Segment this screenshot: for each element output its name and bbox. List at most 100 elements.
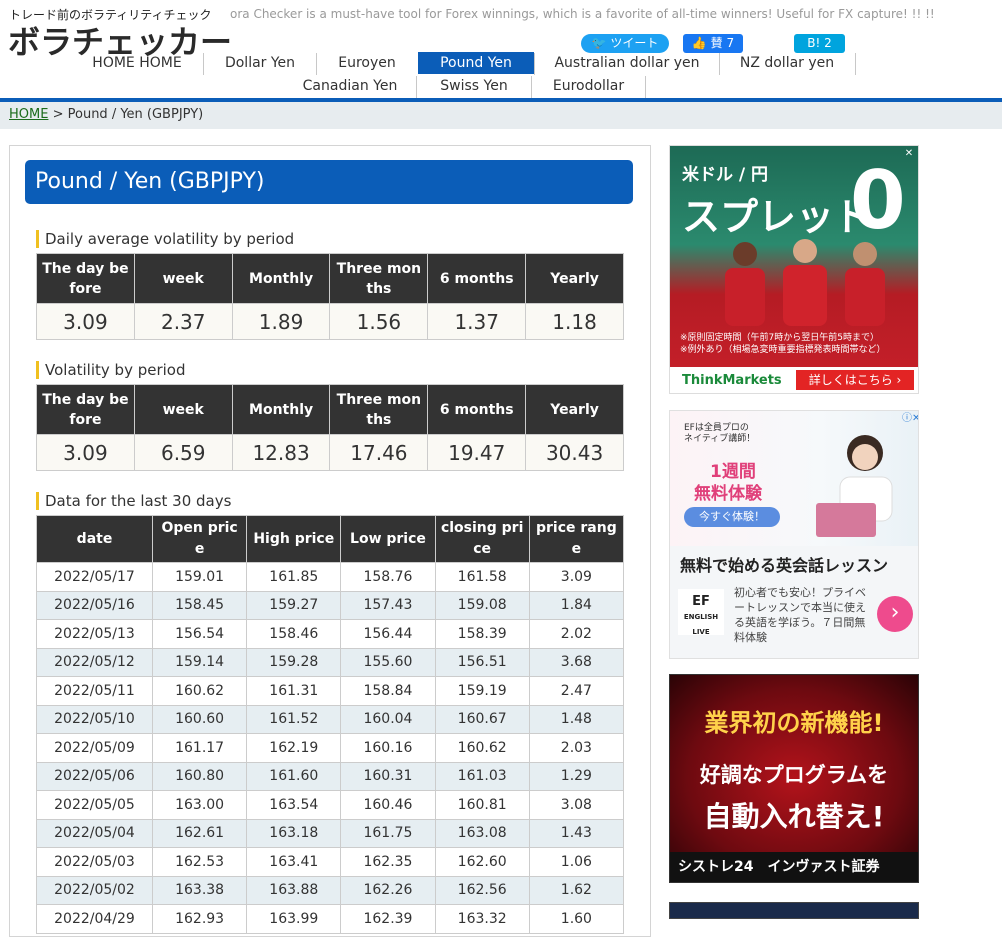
ad-woman-image	[816, 435, 893, 537]
nav-item-home[interactable]: HOME HOME	[84, 52, 190, 74]
table-cell: 2.47	[528, 676, 625, 706]
table-row: 2022/05/11 160.62 161.31 158.84 159.19 2.47	[36, 676, 625, 706]
ad-banner-title: 業界初の新機能!	[704, 709, 884, 737]
ad-line1: 米ドル / 円	[682, 165, 769, 185]
price-rows: 2022/05/17 159.01 161.85 158.76 161.58 3.09 20…	[36, 562, 625, 934]
table-cell: 1.84	[528, 590, 625, 620]
column-header: Three months	[329, 384, 429, 435]
value-cell: 17.46	[329, 434, 429, 471]
nav-item-australian-dollar-yen[interactable]: Australian dollar yen	[535, 52, 719, 74]
nav-item-euroyen[interactable]: Euroyen	[317, 52, 417, 74]
systre24-ad[interactable]: 業界初の新機能! 好調なプログラムを 自動入れ替え! シストレ24 インヴァスト…	[669, 674, 919, 883]
ad-line2: スプレッド	[682, 195, 873, 239]
value-cell: 1.56	[329, 303, 429, 340]
logo-subtitle: トレード前のボラティリティチェック	[9, 8, 212, 22]
table-cell: 159.14	[151, 647, 248, 677]
table-row: 2022/05/12 159.14 159.28 155.60 156.51 3.68	[36, 647, 625, 677]
table-cell: 160.62	[151, 676, 248, 706]
value-cell: 6.59	[133, 434, 233, 471]
breadcrumb-current: Pound / Yen (GBPJPY)	[67, 107, 204, 122]
site-header: トレード前のボラティリティチェック ボラチェッカー ora Checker is…	[0, 0, 1002, 98]
table-cell: 160.46	[340, 790, 436, 820]
table-cell: 2022/05/17	[36, 562, 153, 592]
table-row: 2022/05/13 156.54 158.46 156.44 158.39 2.02	[36, 619, 625, 649]
column-header: Monthly	[231, 384, 331, 435]
ad-zero: 0	[850, 154, 906, 247]
table-cell: 159.01	[151, 562, 248, 592]
ad-try-button[interactable]: 今すぐ体験！	[684, 507, 780, 527]
thinkmarkets-logo: ThinkMarkets	[682, 373, 782, 388]
volatility-by-period-table: The day before week Monthly Three months…	[36, 384, 624, 471]
table-cell: 163.41	[246, 847, 342, 877]
table-cell: 160.31	[340, 761, 436, 791]
value-cell: 19.47	[427, 434, 527, 471]
nav-item-canadian-yen[interactable]: Canadian Yen	[293, 75, 407, 97]
table-cell: 2022/05/10	[36, 704, 153, 734]
column-header: The day before	[36, 384, 135, 435]
table-cell: 161.58	[434, 562, 530, 592]
table-cell: 156.51	[434, 647, 530, 677]
value-cell: 2.37	[133, 303, 233, 340]
table-cell: 159.28	[246, 647, 342, 677]
column-header: week	[133, 384, 233, 435]
value-cell: 30.43	[525, 434, 624, 471]
table-cell: 161.75	[340, 818, 436, 848]
hatena-bookmark-button[interactable]: B! 2	[794, 34, 845, 53]
table-cell: 2022/05/16	[36, 590, 153, 620]
table-cell: 2.03	[528, 733, 625, 763]
column-header: Low price	[340, 515, 436, 563]
breadcrumb-home-link[interactable]: HOME	[9, 107, 48, 122]
price-history-table: date Open price High price Low price clo…	[36, 515, 625, 934]
table-cell: 161.31	[246, 676, 342, 706]
table-cell: 161.85	[246, 562, 342, 592]
table-cell: 2022/05/11	[36, 676, 153, 706]
nav-item-dollar-yen[interactable]: Dollar Yen	[204, 52, 316, 74]
table-cell: 2022/05/09	[36, 733, 153, 763]
breadcrumb-separator: >	[48, 107, 68, 122]
value-cell: 12.83	[231, 434, 331, 471]
table-cell: 160.80	[151, 761, 248, 791]
thinkmarkets-ad[interactable]: ✕ 米ドル / 円 スプレッド 0 ※原則固定時間（午前7時から翌日午前5時まで…	[669, 145, 919, 394]
table-row: 2022/05/05 163.00 163.54 160.46 160.81 3.08	[36, 790, 625, 820]
table-cell: 159.27	[246, 590, 342, 620]
table-cell: 1.29	[528, 761, 625, 791]
table-cell: 2022/05/06	[36, 761, 153, 791]
table-cell: 163.00	[151, 790, 248, 820]
value-cell: 1.89	[231, 303, 331, 340]
table-cell: 162.56	[434, 875, 530, 905]
ad-body-text: 初心者でも安心！プライベートレッスンで本当に使える英語を学ぼう。７日間無料体験	[734, 586, 866, 644]
table-cell: 2.02	[528, 619, 625, 649]
breadcrumb: HOME > Pound / Yen (GBPJPY)	[0, 102, 1002, 129]
table-cell: 156.44	[340, 619, 436, 649]
ad-cta-button[interactable]: 詳しくはこちら ›	[796, 370, 914, 390]
nav-item-swiss-yen[interactable]: Swiss Yen	[417, 75, 531, 97]
nav-item-nz-dollar-yen[interactable]: NZ dollar yen	[720, 52, 854, 74]
table-cell: 160.67	[434, 704, 530, 734]
table-cell: 160.81	[434, 790, 530, 820]
table-cell: 1.06	[528, 847, 625, 877]
table-cell: 162.19	[246, 733, 342, 763]
ef-logo: EF ENGLISH LIVE	[678, 589, 724, 636]
tweet-button[interactable]: 🐦 ツイート	[581, 34, 669, 53]
ad-note: ※原則固定時間（午前7時から翌日午前5時まで） ※例外あり（相場急変時重要指標発表…	[680, 333, 886, 355]
ad-banner-line3: 自動入れ替え!	[703, 800, 885, 833]
table-cell: 1.48	[528, 704, 625, 734]
chevron-right-icon[interactable]: ›	[877, 596, 913, 632]
table-row: 2022/05/06 160.80 161.60 160.31 161.03 1.29	[36, 761, 625, 791]
nav-item-pound-yen[interactable]: Pound Yen	[418, 52, 534, 74]
table-cell: 163.18	[246, 818, 342, 848]
ad-players-image	[725, 239, 885, 326]
nav-separator	[855, 53, 856, 75]
table-cell: 158.39	[434, 619, 530, 649]
table-cell: 160.04	[340, 704, 436, 734]
value-cell: 1.18	[525, 303, 624, 340]
table-cell: 162.53	[151, 847, 248, 877]
facebook-like-button[interactable]: 👍 賛 7	[683, 34, 743, 53]
ef-english-ad[interactable]: ⓘ✕ EFは全員プロの ネイティブ講師！ 1週間 無料体験 今すぐ体験！ 無料で始…	[669, 410, 919, 659]
column-header: Yearly	[525, 253, 624, 304]
ad-banner-partial[interactable]	[669, 902, 919, 919]
page-title: Pound / Yen (GBPJPY)	[25, 160, 633, 204]
table-cell: 158.45	[151, 590, 248, 620]
table-cell: 155.60	[340, 647, 436, 677]
nav-item-eurodollar[interactable]: Eurodollar	[532, 75, 645, 97]
